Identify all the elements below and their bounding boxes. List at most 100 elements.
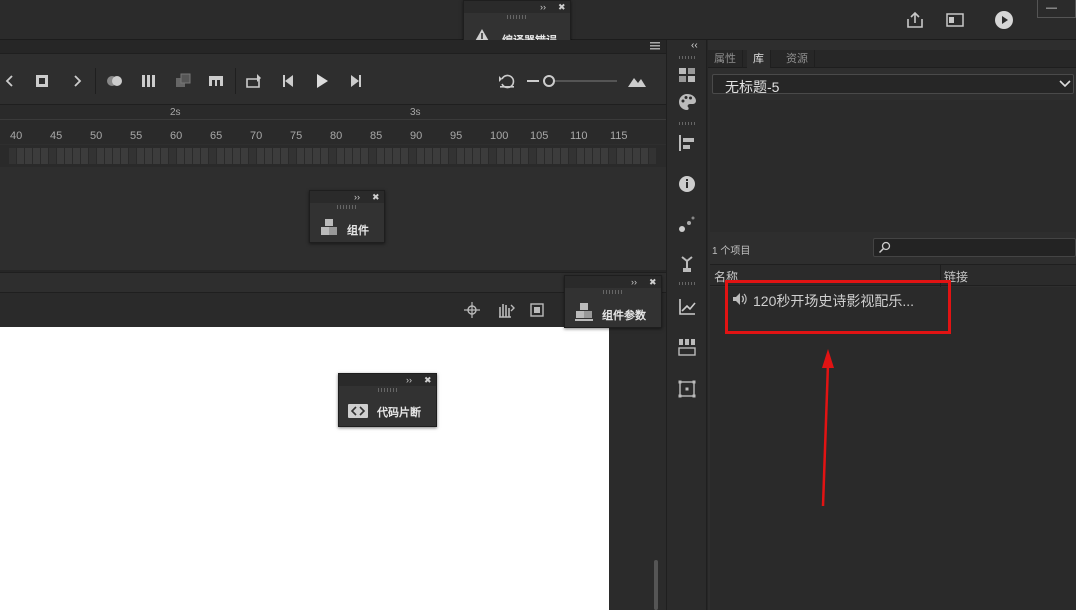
frame-cell[interactable] — [385, 148, 392, 164]
frame-cell[interactable] — [233, 148, 240, 164]
frame-cell[interactable] — [81, 148, 88, 164]
frame-cell[interactable] — [577, 148, 584, 164]
motion-editor-icon[interactable] — [676, 296, 698, 318]
drag-grip[interactable] — [679, 56, 695, 59]
frame-cell[interactable] — [225, 148, 232, 164]
frame-cell[interactable] — [417, 148, 424, 164]
tab-assets[interactable]: 资源 — [780, 50, 815, 68]
frame-cell[interactable] — [625, 148, 632, 164]
color-palette-icon[interactable] — [676, 91, 698, 113]
frame-cell[interactable] — [545, 148, 552, 164]
next-arrow-icon[interactable] — [66, 70, 88, 92]
test-movie-play-icon[interactable] — [993, 9, 1015, 31]
frame-cell[interactable] — [529, 148, 536, 164]
info-icon[interactable] — [676, 173, 698, 195]
frame-cell[interactable] — [633, 148, 640, 164]
frame-cell[interactable] — [49, 148, 56, 164]
window-minimize-button[interactable]: — — [1037, 0, 1076, 18]
frame-cell[interactable] — [321, 148, 328, 164]
frame-cell[interactable] — [537, 148, 544, 164]
transform-icon[interactable] — [676, 253, 698, 275]
frame-cell[interactable] — [97, 148, 104, 164]
motion-presets-icon[interactable] — [676, 213, 698, 235]
clip-content-icon[interactable] — [529, 302, 545, 318]
expand-panel-icon[interactable]: ›› — [540, 1, 546, 13]
step-back-icon[interactable] — [278, 70, 300, 92]
frame-cell[interactable] — [9, 148, 16, 164]
transform-grid-icon[interactable] — [676, 378, 698, 400]
loop-icon[interactable] — [243, 70, 265, 92]
frame-cell[interactable] — [113, 148, 120, 164]
mountain-zoom-icon[interactable] — [626, 70, 648, 92]
frame-cell[interactable] — [281, 148, 288, 164]
undo-zoom-icon[interactable] — [496, 70, 518, 92]
timeline-ruler[interactable]: 2s 3s 40 45 50 55 60 65 70 75 80 85 90 9… — [0, 104, 666, 144]
frame-cell[interactable] — [273, 148, 280, 164]
frame-cell[interactable] — [449, 148, 456, 164]
frame-cell[interactable] — [433, 148, 440, 164]
frame-cell[interactable] — [553, 148, 560, 164]
frame-cell[interactable] — [33, 148, 40, 164]
frame-cell[interactable] — [105, 148, 112, 164]
frame-cell[interactable] — [169, 148, 176, 164]
align-icon[interactable] — [676, 132, 698, 154]
frame-cell[interactable] — [89, 148, 96, 164]
frame-cell[interactable] — [649, 148, 656, 164]
screen-mode-icon[interactable] — [944, 9, 966, 31]
frame-cell[interactable] — [241, 148, 248, 164]
share-icon[interactable] — [904, 9, 926, 31]
expand-panel-icon[interactable]: ›› — [406, 374, 412, 386]
frame-cell[interactable] — [561, 148, 568, 164]
frame-cell[interactable] — [297, 148, 304, 164]
paste-frames-icon[interactable] — [172, 70, 194, 92]
frame-cell[interactable] — [41, 148, 48, 164]
frame-cell[interactable] — [497, 148, 504, 164]
insert-frame-icon[interactable] — [205, 70, 227, 92]
drag-grip[interactable] — [377, 388, 398, 392]
previous-arrow-icon[interactable] — [0, 70, 22, 92]
frame-cell[interactable] — [153, 148, 160, 164]
frame-cell[interactable] — [481, 148, 488, 164]
drag-grip[interactable] — [603, 290, 623, 294]
tab-library[interactable]: 库 — [747, 50, 771, 68]
frame-cell[interactable] — [57, 148, 64, 164]
frame-cell[interactable] — [249, 148, 256, 164]
frame-cell[interactable] — [305, 148, 312, 164]
frame-cell[interactable] — [601, 148, 608, 164]
panel-header[interactable] — [565, 276, 661, 288]
frame-cell[interactable] — [617, 148, 624, 164]
frame-picker-icon[interactable] — [676, 336, 698, 358]
frame-cell[interactable] — [345, 148, 352, 164]
frame-cell[interactable] — [513, 148, 520, 164]
frame-cell[interactable] — [473, 148, 480, 164]
code-snippets-panel[interactable]: ›› ✖ 代码片断 — [338, 373, 437, 427]
component-parameters-panel[interactable]: ›› ✖ 组件参数 — [564, 275, 662, 328]
frame-cell[interactable] — [441, 148, 448, 164]
collapse-dock-icon[interactable]: ‹‹ — [691, 40, 698, 51]
frame-cell[interactable] — [257, 148, 264, 164]
drag-grip[interactable] — [337, 205, 357, 209]
edit-multiple-frames-icon[interactable] — [138, 70, 160, 92]
slider-thumb[interactable] — [543, 75, 555, 87]
frame-cell[interactable] — [377, 148, 384, 164]
frame-cell[interactable] — [201, 148, 208, 164]
frame-cell[interactable] — [505, 148, 512, 164]
drag-grip[interactable] — [679, 282, 695, 285]
rotate-stage-hand-icon[interactable] — [495, 301, 515, 319]
frame-cell[interactable] — [353, 148, 360, 164]
zoom-slider[interactable] — [527, 70, 619, 92]
panel-header[interactable] — [339, 374, 436, 386]
frame-cell[interactable] — [177, 148, 184, 164]
frame-cell[interactable] — [569, 148, 576, 164]
snap-crosshair-icon[interactable] — [464, 302, 480, 318]
frame-cell[interactable] — [25, 148, 32, 164]
frame-cell[interactable] — [425, 148, 432, 164]
library-search-input[interactable] — [873, 238, 1076, 257]
expand-panel-icon[interactable]: ›› — [354, 191, 360, 203]
frame-cell[interactable] — [65, 148, 72, 164]
panel-menu-icon[interactable] — [650, 42, 660, 50]
frame-cell[interactable] — [17, 148, 24, 164]
panel-header[interactable] — [464, 1, 570, 13]
close-icon[interactable]: ✖ — [558, 1, 566, 13]
close-icon[interactable]: ✖ — [372, 191, 380, 203]
